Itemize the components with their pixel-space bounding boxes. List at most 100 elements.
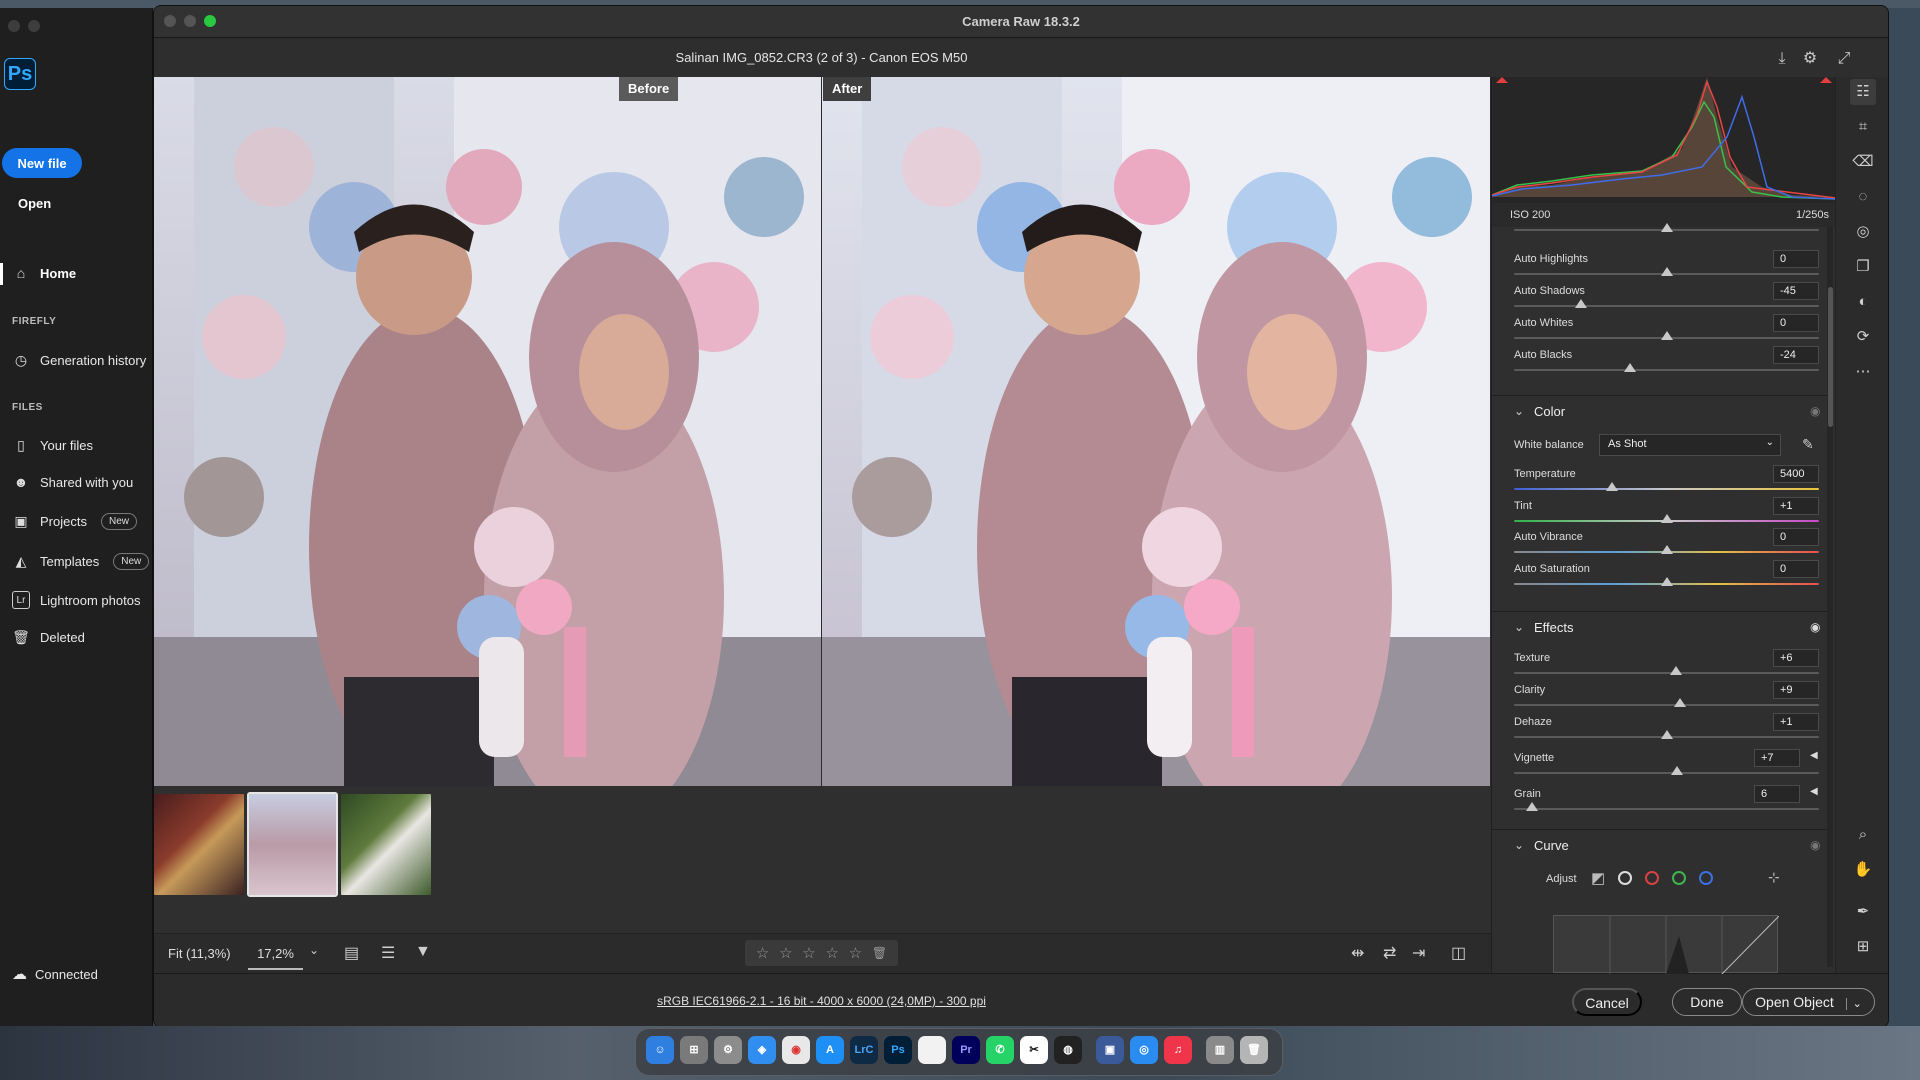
filter-icon[interactable]: ▼ <box>415 943 431 961</box>
nav-generation-history[interactable]: ◷ Generation history <box>12 347 146 373</box>
lightroom-classic-icon[interactable]: LrC <box>850 1036 878 1064</box>
star-icon[interactable]: ☆ <box>849 944 862 962</box>
photoshop-icon[interactable]: Ps <box>884 1036 912 1064</box>
slider-value-input[interactable]: 6 <box>1754 785 1800 803</box>
filmstrip-thumbnail-selected[interactable] <box>247 792 338 897</box>
fullscreen-icon[interactable]: ⤢ <box>1833 48 1855 70</box>
swap-icon[interactable]: ⇄ <box>1383 943 1396 963</box>
sort-icon[interactable]: ☰ <box>381 943 395 963</box>
finder-icon[interactable]: ☺ <box>646 1036 674 1064</box>
slider-value-input[interactable]: +7 <box>1754 749 1800 767</box>
new-file-button[interactable]: New file <box>2 148 82 178</box>
expand-triangle-icon[interactable]: ◀ <box>1810 750 1818 761</box>
point-curve-green-icon[interactable] <box>1672 871 1686 885</box>
eraser-icon[interactable]: ⌫ <box>1850 149 1876 175</box>
nav-projects[interactable]: ▣ Projects New <box>12 508 137 534</box>
chrome-icon[interactable]: ◉ <box>782 1036 810 1064</box>
panel-scrollbar-thumb[interactable] <box>1828 287 1833 427</box>
chevron-down-icon[interactable]: ⌄ <box>1514 838 1524 852</box>
eyedropper-icon[interactable]: ✎ <box>1802 436 1814 453</box>
nav-home[interactable]: ⌂ Home <box>12 260 76 286</box>
zoom-level[interactable]: 17,2% <box>248 946 303 970</box>
section-color-header[interactable]: ⌄ Color ◉ <box>1492 395 1827 429</box>
chevron-down-icon[interactable]: ⌄ <box>1845 998 1862 1010</box>
slider-auto-highlights[interactable]: Auto Highlights 0 <box>1492 250 1827 285</box>
slider-thumb[interactable] <box>1623 363 1636 372</box>
before-image[interactable] <box>154 77 821 786</box>
slider-thumb[interactable] <box>1660 331 1673 340</box>
section-curve-header[interactable]: ⌄ Curve ◉ <box>1492 829 1827 863</box>
slider-thumb[interactable] <box>1526 802 1539 811</box>
nav-deleted[interactable]: 🗑 Deleted <box>12 624 85 650</box>
slider-vignette[interactable]: Vignette +7 ◀ <box>1492 749 1827 784</box>
slider-thumb[interactable] <box>1660 514 1673 523</box>
nav-shared-with-you[interactable]: ☻ Shared with you <box>12 469 134 495</box>
trash-icon[interactable]: 🗑 <box>1240 1036 1268 1064</box>
downloads-folder-icon[interactable]: ▥ <box>1206 1036 1234 1064</box>
slider-value-input[interactable]: 0 <box>1773 250 1819 268</box>
save-icon[interactable]: ⤓ <box>1771 48 1793 70</box>
slider-grain[interactable]: Grain 6 ◀ <box>1492 785 1827 820</box>
expand-triangle-icon[interactable]: ◀ <box>1810 786 1818 797</box>
crop-icon[interactable]: ⌗ <box>1850 114 1876 140</box>
snapshots-icon[interactable]: ⟳ <box>1850 324 1876 350</box>
slider-temperature[interactable]: Temperature 5400 <box>1492 465 1827 500</box>
presets-icon[interactable]: ◐ <box>1850 289 1876 315</box>
curve-graph[interactable] <box>1553 915 1780 975</box>
filmstrip-view-icon[interactable]: ▤ <box>344 943 359 963</box>
open-object-button[interactable]: Open Object ⌄ <box>1742 988 1875 1016</box>
star-icon[interactable]: ☆ <box>802 944 815 962</box>
slider-track[interactable] <box>1514 488 1819 490</box>
workflow-options-link[interactable]: sRGB IEC61966-2.1 - 16 bit - 4000 x 6000… <box>154 994 1489 1008</box>
slider-value-input[interactable]: +1 <box>1773 497 1819 515</box>
grid-icon[interactable]: ⊞ <box>1850 934 1876 960</box>
slider-auto-blacks[interactable]: Auto Blacks -24 <box>1492 346 1827 381</box>
slider-track[interactable] <box>1514 704 1819 706</box>
point-curve-red-icon[interactable] <box>1645 871 1659 885</box>
trash-icon[interactable]: 🗑 <box>872 946 887 960</box>
slider-value-input[interactable]: +1 <box>1773 713 1819 731</box>
open-button[interactable]: Open <box>18 196 51 211</box>
slider-thumb[interactable] <box>1660 577 1673 586</box>
slider-value-input[interactable]: 0 <box>1773 528 1819 546</box>
premiere-icon[interactable]: Pr <box>952 1036 980 1064</box>
slider-thumb[interactable] <box>1660 730 1673 739</box>
capcut-icon[interactable]: ✂ <box>1020 1036 1048 1064</box>
red-eye-icon[interactable]: ◎ <box>1850 219 1876 245</box>
layers-icon[interactable]: ❐ <box>1850 254 1876 280</box>
target-adjust-icon[interactable]: ⊹ <box>1768 869 1780 886</box>
whatsapp-icon[interactable]: ✆ <box>986 1036 1014 1064</box>
launchpad-icon[interactable]: ⊞ <box>680 1036 708 1064</box>
star-icon[interactable]: ☆ <box>756 944 769 962</box>
chevron-down-icon[interactable]: ⌄ <box>309 943 319 957</box>
mask-icon[interactable]: ◌ <box>1850 184 1876 210</box>
compare-view-icon[interactable]: ◫ <box>1451 943 1466 963</box>
eye-icon[interactable]: ◉ <box>1810 404 1820 418</box>
slider-thumb[interactable] <box>1575 299 1588 308</box>
more-icon[interactable]: ⋯ <box>1850 359 1876 385</box>
slider-track[interactable] <box>1514 808 1819 810</box>
nav-templates[interactable]: ◭ Templates New <box>12 548 150 574</box>
section-effects-header[interactable]: ⌄ Effects ◉ <box>1492 611 1827 645</box>
slider-value-input[interactable]: +9 <box>1773 681 1819 699</box>
point-curve-blue-icon[interactable] <box>1699 871 1713 885</box>
slider-thumb[interactable] <box>1669 666 1682 675</box>
cancel-button[interactable]: Cancel <box>1572 988 1642 1016</box>
chevron-down-icon[interactable]: ⌄ <box>1514 620 1524 634</box>
slider-track[interactable] <box>1514 672 1819 674</box>
slider-value-input[interactable]: -24 <box>1773 346 1819 364</box>
done-button[interactable]: Done <box>1672 988 1742 1016</box>
after-image[interactable] <box>822 77 1490 786</box>
notes-icon[interactable] <box>918 1036 946 1064</box>
star-rating[interactable]: ☆ ☆ ☆ ☆ ☆ 🗑 <box>745 940 898 966</box>
star-icon[interactable]: ☆ <box>779 944 792 962</box>
utility-icon[interactable]: ▣ <box>1096 1036 1124 1064</box>
slider-thumb[interactable] <box>1674 698 1687 707</box>
slider-auto-shadows[interactable]: Auto Shadows -45 <box>1492 282 1827 317</box>
safari-icon[interactable]: ◈ <box>748 1036 776 1064</box>
slider-thumb[interactable] <box>1660 267 1673 276</box>
aperture-icon[interactable]: ◍ <box>1054 1036 1082 1064</box>
filmstrip-thumbnail[interactable] <box>341 794 431 895</box>
gear-icon[interactable]: ⚙ <box>1799 48 1821 70</box>
nav-lightroom-photos[interactable]: Lr Lightroom photos <box>12 587 140 613</box>
